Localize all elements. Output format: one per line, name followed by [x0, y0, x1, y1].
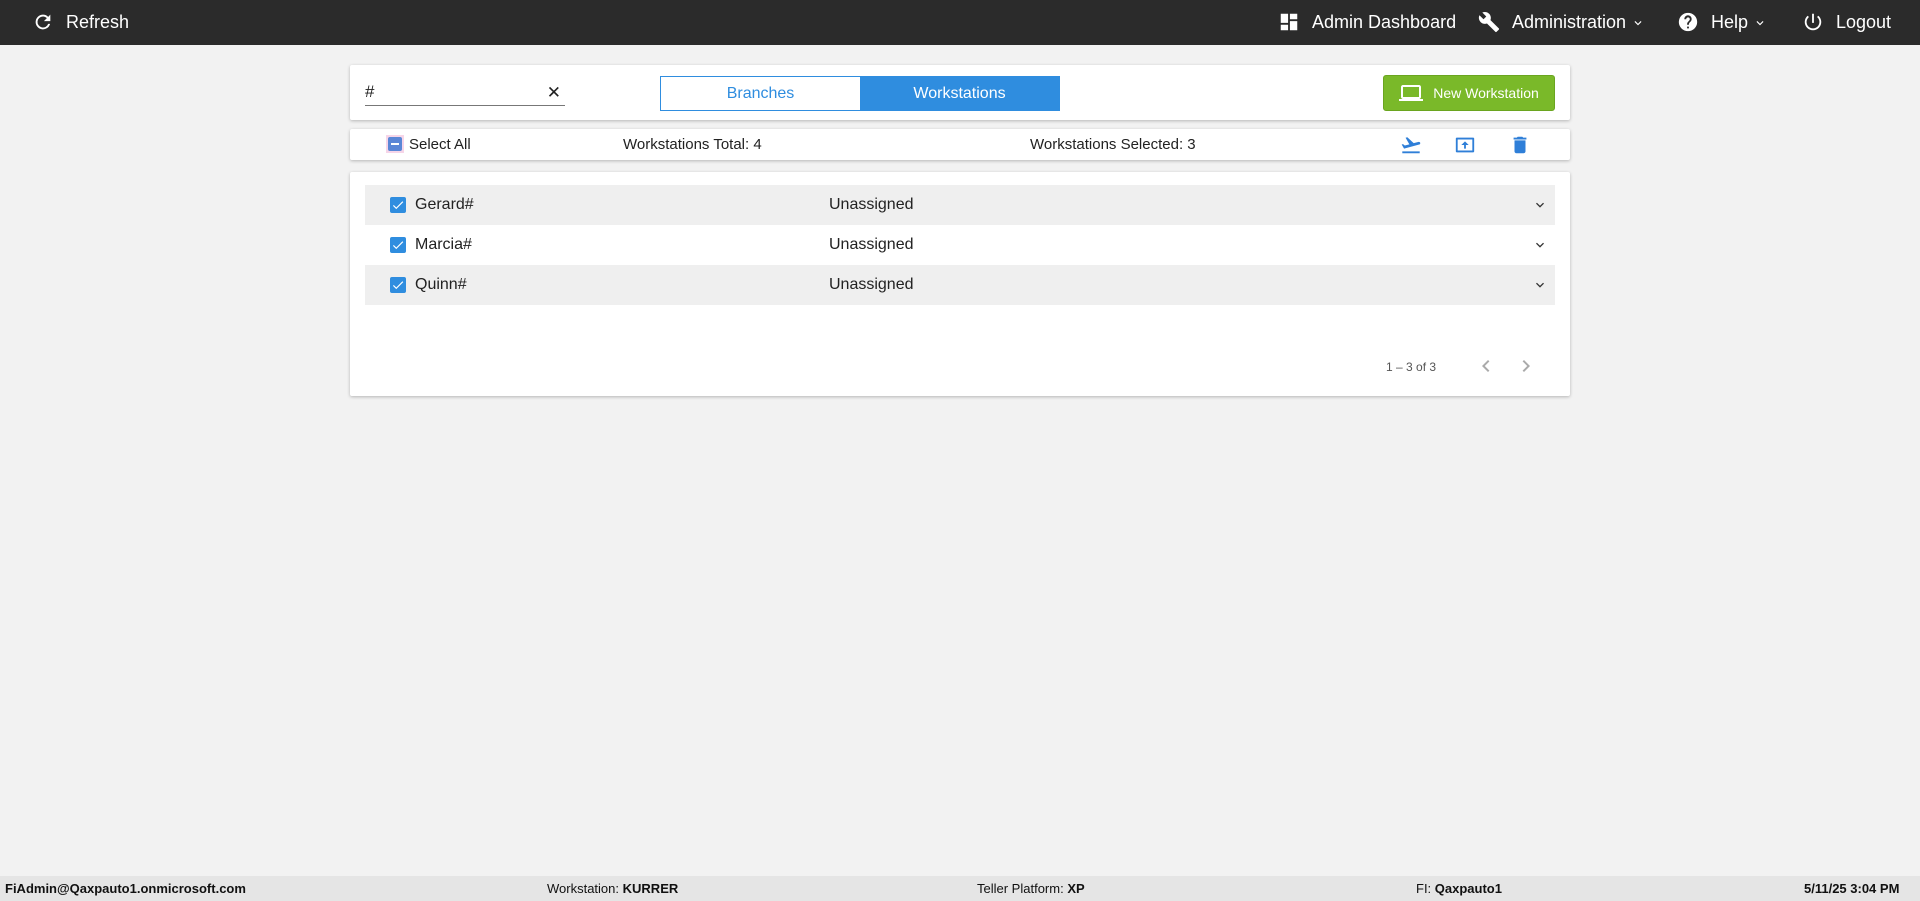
expand-chevron-icon[interactable]	[1532, 237, 1548, 253]
workstation-status: Unassigned	[829, 276, 914, 293]
footer-teller-platform-label: Teller Platform:	[977, 881, 1064, 896]
administration-menu[interactable]: Administration	[1478, 0, 1645, 45]
search-field: ✕	[365, 80, 565, 106]
administration-label: Administration	[1512, 12, 1627, 32]
footer-fi-label: FI:	[1416, 881, 1432, 896]
select-all-checkbox[interactable]: Select All	[386, 135, 471, 153]
tab-workstations[interactable]: Workstations	[860, 77, 1059, 110]
upload-icon[interactable]	[1454, 134, 1476, 156]
new-workstation-label: New Workstation	[1433, 85, 1539, 101]
list-item[interactable]: Gerard# Unassigned	[365, 185, 1555, 225]
select-all-label: Select All	[409, 135, 471, 153]
tab-branches[interactable]: Branches	[661, 77, 860, 110]
view-toggle: Branches Workstations	[660, 76, 1060, 111]
refresh-icon	[32, 11, 56, 35]
laptop-icon	[1399, 83, 1424, 103]
footer-user: FiAdmin@Qaxpauto1.onmicrosoft.com	[5, 881, 246, 896]
workstations-selected: Workstations Selected: 3	[1030, 136, 1196, 153]
delete-icon[interactable]	[1509, 134, 1531, 156]
indeterminate-checkbox-icon	[386, 135, 404, 153]
workstations-total: Workstations Total: 4	[623, 136, 762, 153]
chevron-down-icon	[1753, 16, 1767, 30]
footer-workstation-label: Workstation:	[547, 881, 620, 896]
logout-label: Logout	[1836, 12, 1892, 32]
row-checkbox-checked-icon[interactable]	[390, 237, 406, 253]
status-footer: FiAdmin@Qaxpauto1.onmicrosoft.com Workst…	[0, 876, 1920, 901]
row-checkbox-checked-icon[interactable]	[390, 277, 406, 293]
refresh-button[interactable]: Refresh	[32, 0, 129, 45]
workstation-list: Gerard# Unassigned Marcia# Unassigned Qu…	[350, 172, 1570, 396]
toolbar-card: ✕ Branches Workstations New Workstation	[350, 65, 1570, 120]
workstation-name: Gerard#	[415, 196, 474, 213]
search-input[interactable]	[365, 80, 525, 104]
footer-datetime: 5/11/25 3:04 PM	[1804, 881, 1900, 896]
workstation-name: Marcia#	[415, 236, 472, 253]
footer-workstation-value: KURRER	[622, 881, 679, 896]
pagination-range: 1 – 3 of 3	[1386, 360, 1437, 374]
dashboard-icon	[1278, 11, 1302, 35]
help-menu[interactable]: Help	[1677, 0, 1767, 45]
row-checkbox-checked-icon[interactable]	[390, 197, 406, 213]
next-page-icon[interactable]	[1514, 354, 1538, 378]
list-item[interactable]: Marcia# Unassigned	[365, 225, 1555, 265]
move-icon[interactable]	[1400, 134, 1422, 156]
top-bar: Refresh Admin Dashboard Administration H…	[0, 0, 1920, 45]
footer-fi-value: Qaxpauto1	[1434, 881, 1502, 896]
logout-button[interactable]: Logout	[1802, 0, 1891, 45]
help-icon	[1677, 11, 1701, 35]
expand-chevron-icon[interactable]	[1532, 277, 1548, 293]
footer-teller-platform: Teller Platform: XP	[977, 881, 1085, 896]
help-label: Help	[1711, 12, 1749, 32]
new-workstation-button[interactable]: New Workstation	[1383, 75, 1555, 111]
admin-dashboard-label: Admin Dashboard	[1312, 12, 1457, 32]
admin-dashboard-link[interactable]: Admin Dashboard	[1278, 0, 1456, 45]
workstation-status: Unassigned	[829, 196, 914, 213]
expand-chevron-icon[interactable]	[1532, 197, 1548, 213]
workstation-name: Quinn#	[415, 276, 467, 293]
footer-teller-platform-value: XP	[1067, 881, 1085, 896]
power-icon	[1802, 11, 1826, 35]
footer-fi: FI: Qaxpauto1	[1416, 881, 1502, 896]
chevron-down-icon	[1631, 16, 1645, 30]
footer-workstation: Workstation: KURRER	[547, 881, 678, 896]
wrench-icon	[1478, 11, 1502, 35]
refresh-label: Refresh	[66, 12, 130, 32]
previous-page-icon[interactable]	[1474, 354, 1498, 378]
list-item[interactable]: Quinn# Unassigned	[365, 265, 1555, 305]
clear-search-icon[interactable]: ✕	[547, 83, 561, 103]
selection-bar: Select All Workstations Total: 4 Worksta…	[350, 129, 1570, 160]
workstation-status: Unassigned	[829, 236, 914, 253]
